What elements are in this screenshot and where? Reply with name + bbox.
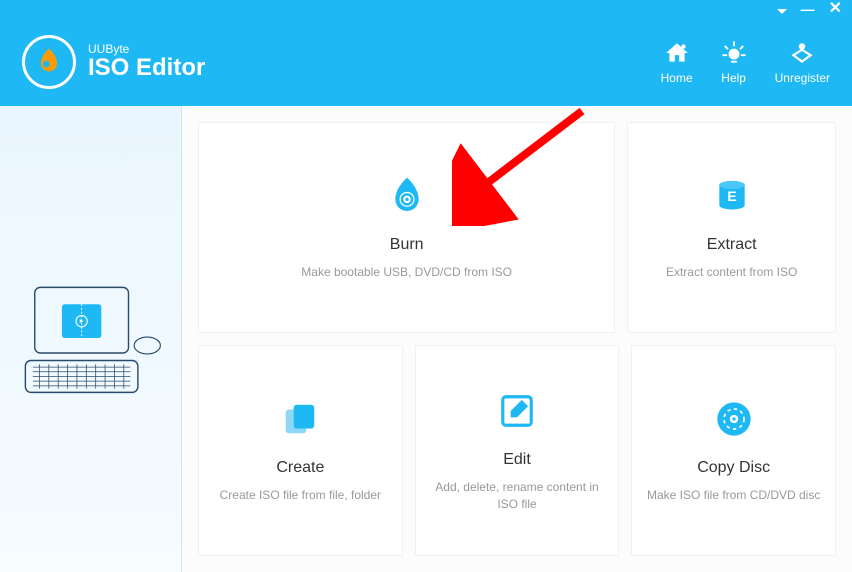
create-icon: [281, 397, 319, 441]
nav-help[interactable]: Help: [721, 39, 747, 85]
nav-home[interactable]: Home: [661, 39, 693, 85]
sidebar-illustration: [0, 106, 182, 572]
app-brand: UUByte ISO Editor: [22, 35, 205, 89]
app-header: UUByte ISO Editor Home Help Unregister: [0, 18, 852, 106]
card-copydisc[interactable]: Copy Disc Make ISO file from CD/DVD disc: [631, 345, 836, 556]
card-edit-title: Edit: [503, 451, 531, 469]
card-copydisc-title: Copy Disc: [697, 459, 770, 477]
svg-text:E: E: [727, 189, 737, 205]
card-extract-desc: Extract content from ISO: [666, 264, 797, 281]
card-create-title: Create: [276, 459, 324, 477]
nav-help-label: Help: [721, 71, 746, 85]
card-extract-title: Extract: [707, 236, 757, 254]
burn-icon: [387, 174, 427, 218]
help-icon: [721, 39, 747, 67]
edit-icon: [498, 389, 536, 433]
card-create[interactable]: Create Create ISO file from file, folder: [198, 345, 403, 556]
card-copydisc-desc: Make ISO file from CD/DVD disc: [647, 487, 820, 504]
close-icon[interactable]: ✕: [829, 1, 842, 17]
window-titlebar: — ✕: [0, 0, 852, 18]
unregister-icon: [789, 39, 815, 67]
card-extract[interactable]: E Extract Extract content from ISO: [627, 122, 836, 333]
card-edit[interactable]: Edit Add, delete, rename content in ISO …: [415, 345, 620, 556]
main-area: Burn Make bootable USB, DVD/CD from ISO …: [0, 106, 852, 572]
nav-unregister[interactable]: Unregister: [775, 39, 830, 85]
card-burn-desc: Make bootable USB, DVD/CD from ISO: [301, 264, 512, 281]
card-burn-title: Burn: [390, 236, 424, 254]
menu-dropdown-icon[interactable]: [777, 2, 787, 16]
card-create-desc: Create ISO file from file, folder: [220, 487, 381, 504]
app-logo-icon: [22, 35, 76, 89]
content-grid: Burn Make bootable USB, DVD/CD from ISO …: [182, 106, 852, 572]
nav-home-label: Home: [661, 71, 693, 85]
home-icon: [664, 39, 690, 67]
card-edit-desc: Add, delete, rename content in ISO file: [430, 479, 605, 513]
extract-icon: E: [713, 174, 751, 218]
header-nav: Home Help Unregister: [661, 39, 830, 85]
copydisc-icon: [714, 397, 754, 441]
card-burn[interactable]: Burn Make bootable USB, DVD/CD from ISO: [198, 122, 615, 333]
minimize-icon[interactable]: —: [801, 2, 815, 16]
nav-unregister-label: Unregister: [775, 71, 830, 85]
app-title: ISO Editor: [88, 54, 205, 82]
